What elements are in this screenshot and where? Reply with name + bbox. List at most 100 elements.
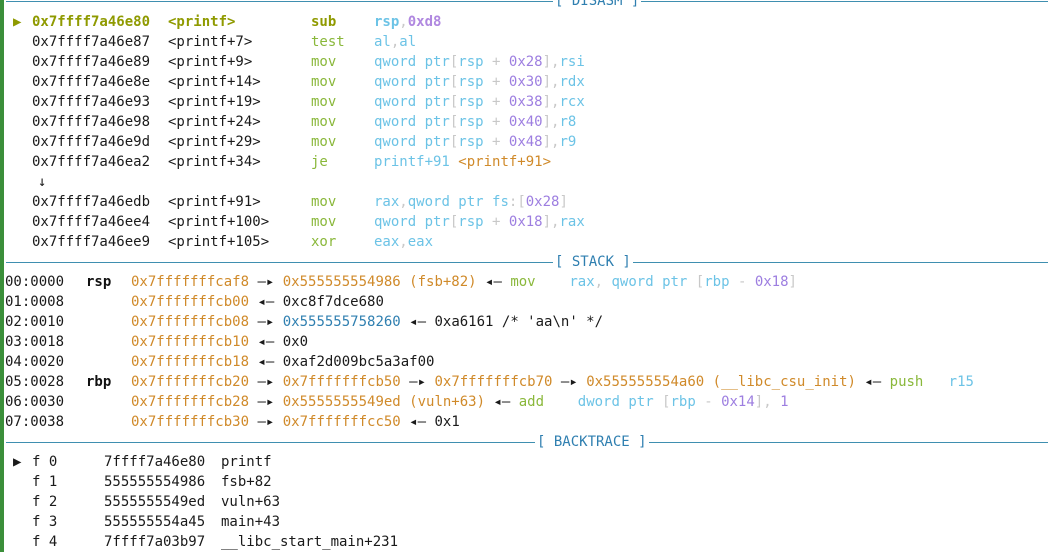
instruction-operands: qword ptr[rsp + 0x28],rsi xyxy=(374,52,585,72)
operand-token: eax xyxy=(407,234,434,250)
stack-chain-token xyxy=(536,274,570,290)
stack-chain-token: 0x1 xyxy=(434,414,460,430)
stack-chain-token: r15 xyxy=(948,374,974,390)
instruction-address: 0x7ffff7a46edb xyxy=(32,194,151,210)
stack-chain: 0x7fffffffcb10 ◂— 0x0 xyxy=(131,332,308,352)
operand-token: qword ptr xyxy=(374,54,450,70)
stack-chain-token: 0x7fffffffcb08 xyxy=(131,314,250,330)
stack-chain: 0x7fffffffcb28 —▸ 0x5555555549ed (vuln+6… xyxy=(131,392,789,412)
stack-chain-token: —▸ xyxy=(249,314,283,330)
frame-index: f 0 xyxy=(32,454,58,470)
frame-index: f 1 xyxy=(32,474,58,490)
operand-token: + xyxy=(483,94,509,110)
stack-section-header: [ STACK ] xyxy=(0,252,1048,272)
stack-chain-token: —▸ xyxy=(249,274,283,290)
disasm-line: ▶ 0x7ffff7a46e80 <printf> sub rsp,0xd8 xyxy=(0,12,1048,32)
operand-token: , xyxy=(399,194,408,210)
disasm-header-label: [ DISASM ] xyxy=(553,0,642,11)
operand-token: ], xyxy=(542,114,560,130)
operand-token: rsp xyxy=(458,134,484,150)
operand-token: ], xyxy=(542,54,560,70)
instruction-address: 0x7ffff7a46ea2 xyxy=(32,154,151,170)
stack-offset: 06:0030 xyxy=(5,394,65,410)
disasm-line: 0x7ffff7a46e87 <printf+7> test al,al xyxy=(0,32,1048,52)
operand-token: 0x40 xyxy=(508,114,543,130)
terminal-window: [ DISASM ] ▶ 0x7ffff7a46e80 <printf> sub rsp… xyxy=(0,0,1048,552)
stack-chain: 0x7fffffffcb30 —▸ 0x7fffffffcc50 ◂— 0x1 xyxy=(131,412,460,432)
backtrace-frame: f 4 7ffff7a03b97 __libc_start_main+231 xyxy=(0,532,1048,552)
stack-offset: 07:0038 xyxy=(5,414,65,430)
stack-chain: 0x7fffffffcb18 ◂— 0xaf2d009bc5a3af00 xyxy=(131,352,434,372)
frame-index: f 3 xyxy=(32,514,58,530)
frame-index: f 2 xyxy=(32,494,58,510)
stack-chain-token: [ xyxy=(687,274,705,290)
stack-chain-token: mov xyxy=(510,274,536,290)
instruction-mnemonic: je xyxy=(311,154,328,170)
operand-token: fs xyxy=(492,194,509,210)
stack-chain: 0x7fffffffcb20 —▸ 0x7fffffffcb50 —▸ 0x7f… xyxy=(131,372,974,392)
instruction-operands: al,al xyxy=(374,32,416,52)
instruction-mnemonic: mov xyxy=(311,114,337,130)
stack-chain-token: —▸ xyxy=(400,374,435,390)
stack-line: 07:0038 0x7fffffffcb30 —▸ 0x7fffffffcc50 … xyxy=(0,412,1048,432)
stack-chain-token: 0x7fffffffcb00 xyxy=(131,294,250,310)
operand-token xyxy=(484,194,492,210)
backtrace-frame: ▶ f 0 7ffff7a46e80 printf xyxy=(0,452,1048,472)
instruction-address: 0x7ffff7a46ee4 xyxy=(32,214,151,230)
instruction-mnemonic: mov xyxy=(311,194,337,210)
instruction-operands: qword ptr[rsp + 0x40],r8 xyxy=(374,112,576,132)
instruction-symbol: <printf+9> xyxy=(168,54,253,70)
instruction-symbol: <printf+100> xyxy=(168,214,270,230)
frame-address: 555555554a45 xyxy=(104,514,206,530)
frame-symbol: fsb+82 xyxy=(221,474,272,490)
instruction-mnemonic: sub xyxy=(311,14,337,30)
operand-token: 0x28 xyxy=(508,54,543,70)
instruction-address: 0x7ffff7a46e93 xyxy=(32,94,151,110)
stack-chain-token: 0x7fffffffcb30 xyxy=(131,414,250,430)
operand-token: rsi xyxy=(559,54,585,70)
operand-token: qword ptr xyxy=(374,74,450,90)
backtrace-frame: f 1 555555554986 fsb+82 xyxy=(0,472,1048,492)
instruction-mnemonic: mov xyxy=(311,94,337,110)
stack-offset: 04:0020 xyxy=(5,354,65,370)
operand-token: 0x48 xyxy=(508,134,543,150)
stack-chain-token: 0xaf2d009bc5a3af00 xyxy=(282,354,435,370)
instruction-symbol: <printf+14> xyxy=(168,74,261,90)
operand-token: 0x30 xyxy=(508,74,543,90)
stack-chain-token: ◂— xyxy=(476,274,511,290)
stack-offset: 01:0008 xyxy=(5,294,65,310)
instruction-operands: qword ptr[rsp + 0x30],rdx xyxy=(374,72,585,92)
backtrace-section-header: [ BACKTRACE ] xyxy=(0,432,1048,452)
stack-chain-token: 0x18 xyxy=(754,274,789,290)
operand-token: + xyxy=(483,214,509,230)
instruction-symbol: <printf+19> xyxy=(168,94,261,110)
instruction-symbol: <printf+24> xyxy=(168,114,261,130)
stack-chain-token: [ xyxy=(653,394,671,410)
backtrace-frame: f 2 5555555549ed vuln+63 xyxy=(0,492,1048,512)
frame-address: 7ffff7a46e80 xyxy=(104,454,206,470)
operand-token: qword ptr xyxy=(374,94,450,110)
stack-chain-token: ◂— xyxy=(400,414,435,430)
stack-chain-token: qword ptr xyxy=(611,274,688,290)
stack-chain: 0x7fffffffcaf8 —▸ 0x555555554986 (fsb+82… xyxy=(131,272,797,292)
instruction-operands: qword ptr[rsp + 0x48],r9 xyxy=(374,132,576,152)
stack-chain-token: 0x7fffffffcb50 xyxy=(282,374,401,390)
operand-token: <printf+91> xyxy=(458,154,552,170)
operand-token: rsp xyxy=(458,54,484,70)
stack-chain-token: —▸ xyxy=(552,374,587,390)
stack-chain-token: push xyxy=(889,374,924,390)
stack-separator-line xyxy=(6,262,1048,263)
stack-line: 02:0010 0x7fffffffcb08 —▸ 0x555555758260 … xyxy=(0,312,1048,332)
operand-token: qword ptr xyxy=(374,214,450,230)
operand-token: 0x28 xyxy=(525,194,560,210)
instruction-operands: printf+91 <printf+91> xyxy=(374,152,551,172)
stack-chain-token: rbp xyxy=(704,274,730,290)
operand-token: , xyxy=(399,14,408,30)
stack-chain: 0x7fffffffcb08 —▸ 0x555555758260 ◂— 0xa6… xyxy=(131,312,603,332)
disasm-line: 0x7ffff7a46e93 <printf+19> mov qword ptr[rs… xyxy=(0,92,1048,112)
instruction-symbol: <printf+7> xyxy=(168,34,253,50)
operand-token: ], xyxy=(542,74,560,90)
disasm-line: 0x7ffff7a46e89 <printf+9> mov qword ptr[rsp… xyxy=(0,52,1048,72)
instruction-operands: rax,qword ptr fs:[0x28] xyxy=(374,192,568,212)
stack-chain-token: rbp xyxy=(670,394,696,410)
